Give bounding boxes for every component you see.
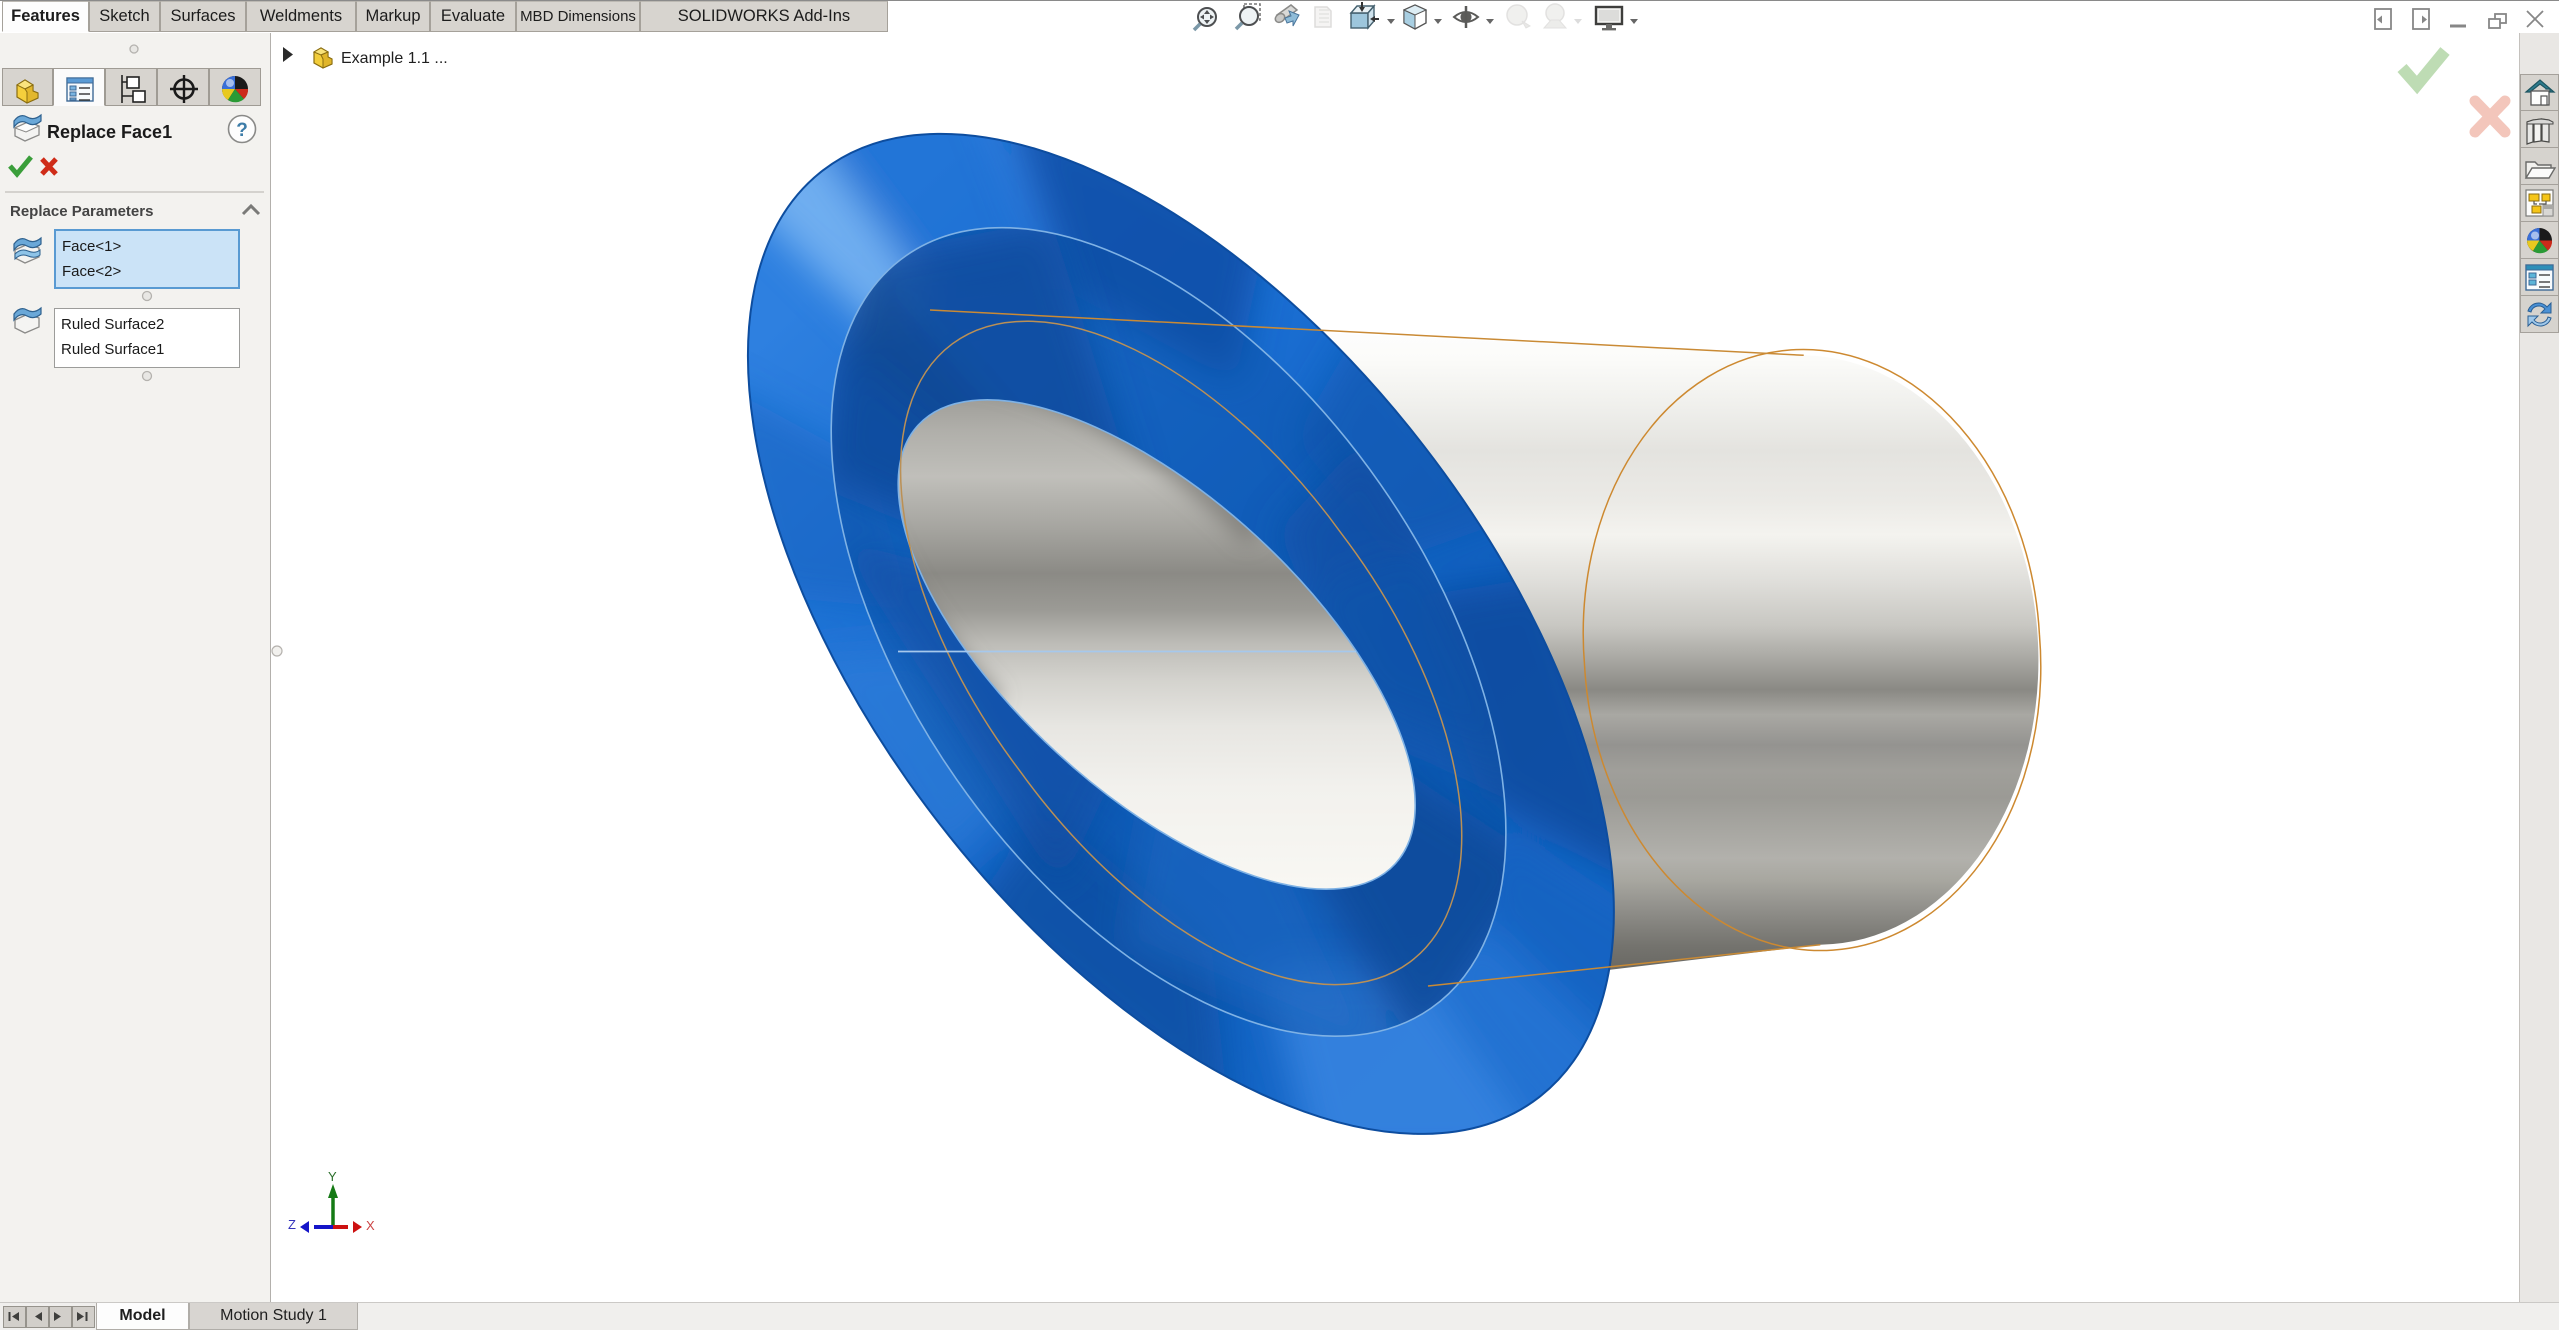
svg-text:Y: Y [328, 1169, 337, 1184]
svg-text:Z: Z [288, 1217, 296, 1232]
svg-text:Example 1.1 ...: Example 1.1 ... [341, 50, 448, 67]
svg-text:X: X [366, 1218, 375, 1233]
svg-text:?: ? [236, 120, 248, 141]
